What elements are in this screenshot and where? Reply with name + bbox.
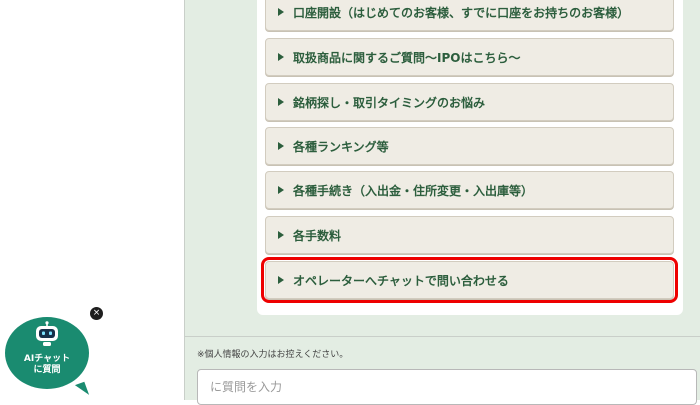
divider: [185, 336, 700, 337]
triangle-right-icon: [278, 8, 284, 16]
menu-card: 口座開設（はじめてのお客様、すでに口座をお持ちのお客様） 取扱商品に関するご質問…: [257, 0, 683, 315]
menu-item-label: 各種ランキング等: [293, 139, 389, 154]
menu-item-account-opening[interactable]: 口座開設（はじめてのお客様、すでに口座をお持ちのお客様）: [265, 0, 674, 31]
close-icon[interactable]: ×: [90, 307, 103, 320]
menu-item-stock-search[interactable]: 銘柄探し・取引タイミングのお悩み: [265, 83, 674, 121]
triangle-right-icon: [278, 142, 284, 150]
triangle-right-icon: [278, 186, 284, 194]
menu-item-label: 各種手続き（入出金・住所変更・入出庫等）: [293, 183, 534, 198]
robot-icon: [36, 321, 58, 346]
menu-item-label: 口座開設（はじめてのお客様、すでに口座をお持ちのお客様）: [293, 5, 630, 20]
menu-item-operator-chat[interactable]: オペレーターへチャットで問い合わせる: [261, 257, 678, 303]
menu-item-rankings[interactable]: 各種ランキング等: [265, 127, 674, 165]
menu-item-fees[interactable]: 各手数料: [265, 216, 674, 254]
chat-panel: 口座開設（はじめてのお客様、すでに口座をお持ちのお客様） 取扱商品に関するご質問…: [184, 0, 700, 405]
menu-item-procedures[interactable]: 各種手続き（入出金・住所変更・入出庫等）: [265, 171, 674, 209]
ai-chat-button[interactable]: AIチャット に質問: [5, 317, 89, 389]
menu-item-products-ipo[interactable]: 取扱商品に関するご質問～IPOはこちら～: [265, 38, 674, 76]
triangle-right-icon: [278, 98, 284, 106]
triangle-right-icon: [278, 231, 284, 239]
triangle-right-icon: [278, 53, 284, 61]
menu-item-label: オペレーターへチャットで問い合わせる: [293, 273, 509, 288]
ai-chat-label: AIチャット: [23, 354, 71, 364]
menu-item-label: 取扱商品に関するご質問～IPOはこちら～: [293, 50, 521, 65]
triangle-right-icon: [278, 276, 284, 284]
menu-item-label: 各手数料: [293, 228, 342, 243]
privacy-notice: ※個人情報の入力はお控えください。: [197, 350, 349, 360]
ai-chat-sublabel: に質問: [33, 365, 61, 375]
menu-item-label: 銘柄探し・取引タイミングのお悩み: [293, 95, 486, 110]
